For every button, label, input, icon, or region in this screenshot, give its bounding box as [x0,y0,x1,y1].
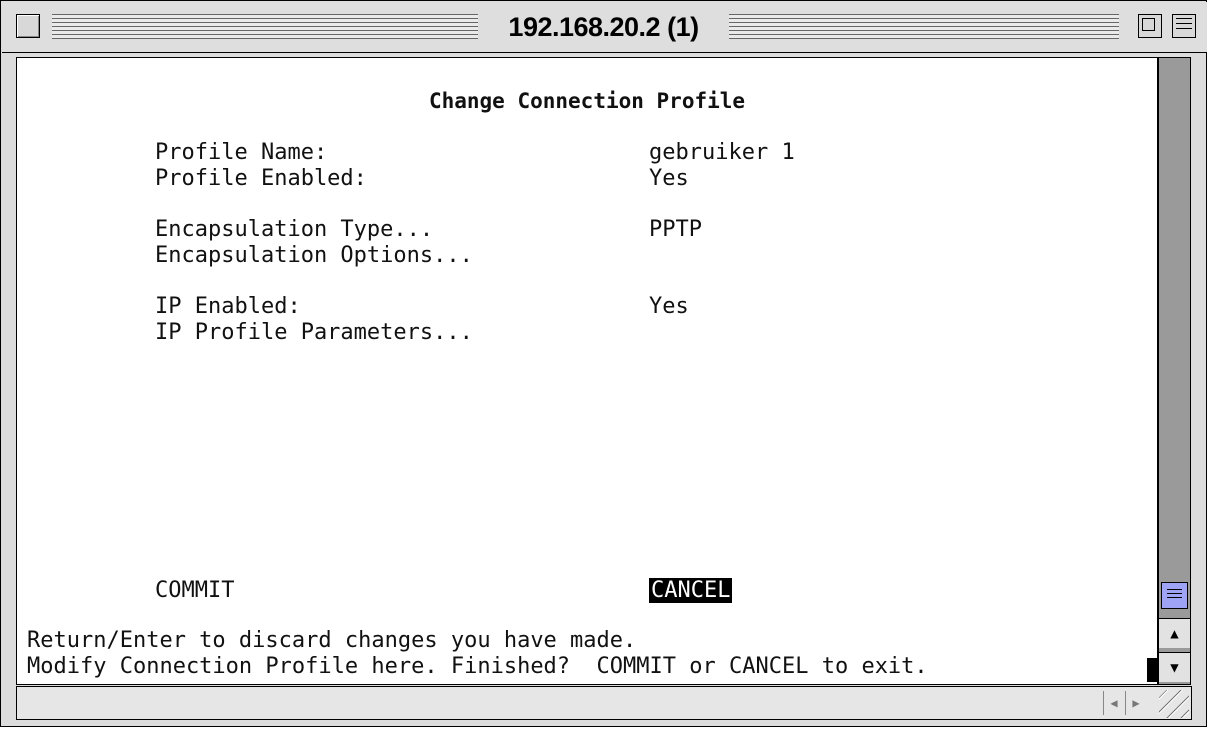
encapsulation-type-value[interactable]: PPTP [649,217,702,243]
commit-button[interactable]: COMMIT [155,578,234,604]
profile-name-value[interactable]: gebruiker 1 [649,140,795,166]
grow-box-icon[interactable] [1159,690,1189,718]
title-stripes-right [729,14,1119,39]
horizontal-scrollbar[interactable]: ◀ ▶ [16,686,1192,720]
zoom-box-icon[interactable] [1138,14,1162,38]
encapsulation-options-label[interactable]: Encapsulation Options... [155,243,473,269]
cancel-button[interactable]: CANCEL [649,578,733,604]
encapsulation-type-label[interactable]: Encapsulation Type... [155,217,433,243]
close-box-icon[interactable] [16,14,40,38]
title-bar[interactable]: 192.168.20.2 (1) [2,2,1207,53]
left-arrow-icon[interactable]: ◀ [1103,691,1124,715]
status-line-1: Return/Enter to discard changes you have… [27,628,637,653]
cancel-button-label[interactable]: CANCEL [649,578,733,603]
ip-enabled-label[interactable]: IP Enabled: [155,294,301,320]
profile-enabled-label[interactable]: Profile Enabled: [155,166,367,192]
status-line-2: Modify Connection Profile here. Finished… [27,654,928,679]
scroll-thumb[interactable] [1161,582,1188,609]
collapse-box-icon[interactable] [1172,14,1196,38]
ip-enabled-value[interactable]: Yes [649,294,689,320]
window-title: 192.168.20.2 (1) [478,5,729,49]
screen-heading: Change Connection Profile [428,89,746,113]
up-arrow-icon[interactable]: ▲ [1159,618,1190,648]
profile-name-label[interactable]: Profile Name: [155,140,327,166]
title-stripes-left [52,14,478,39]
down-arrow-icon[interactable]: ▼ [1159,652,1190,682]
ip-profile-parameters-label[interactable]: IP Profile Parameters... [155,320,473,346]
terminal-screen[interactable]: Change Connection Profile Profile Name: … [16,57,1161,685]
right-arrow-icon[interactable]: ▶ [1125,691,1146,715]
vertical-scrollbar[interactable]: ▲ ▼ [1158,57,1191,685]
profile-enabled-value[interactable]: Yes [649,166,689,192]
